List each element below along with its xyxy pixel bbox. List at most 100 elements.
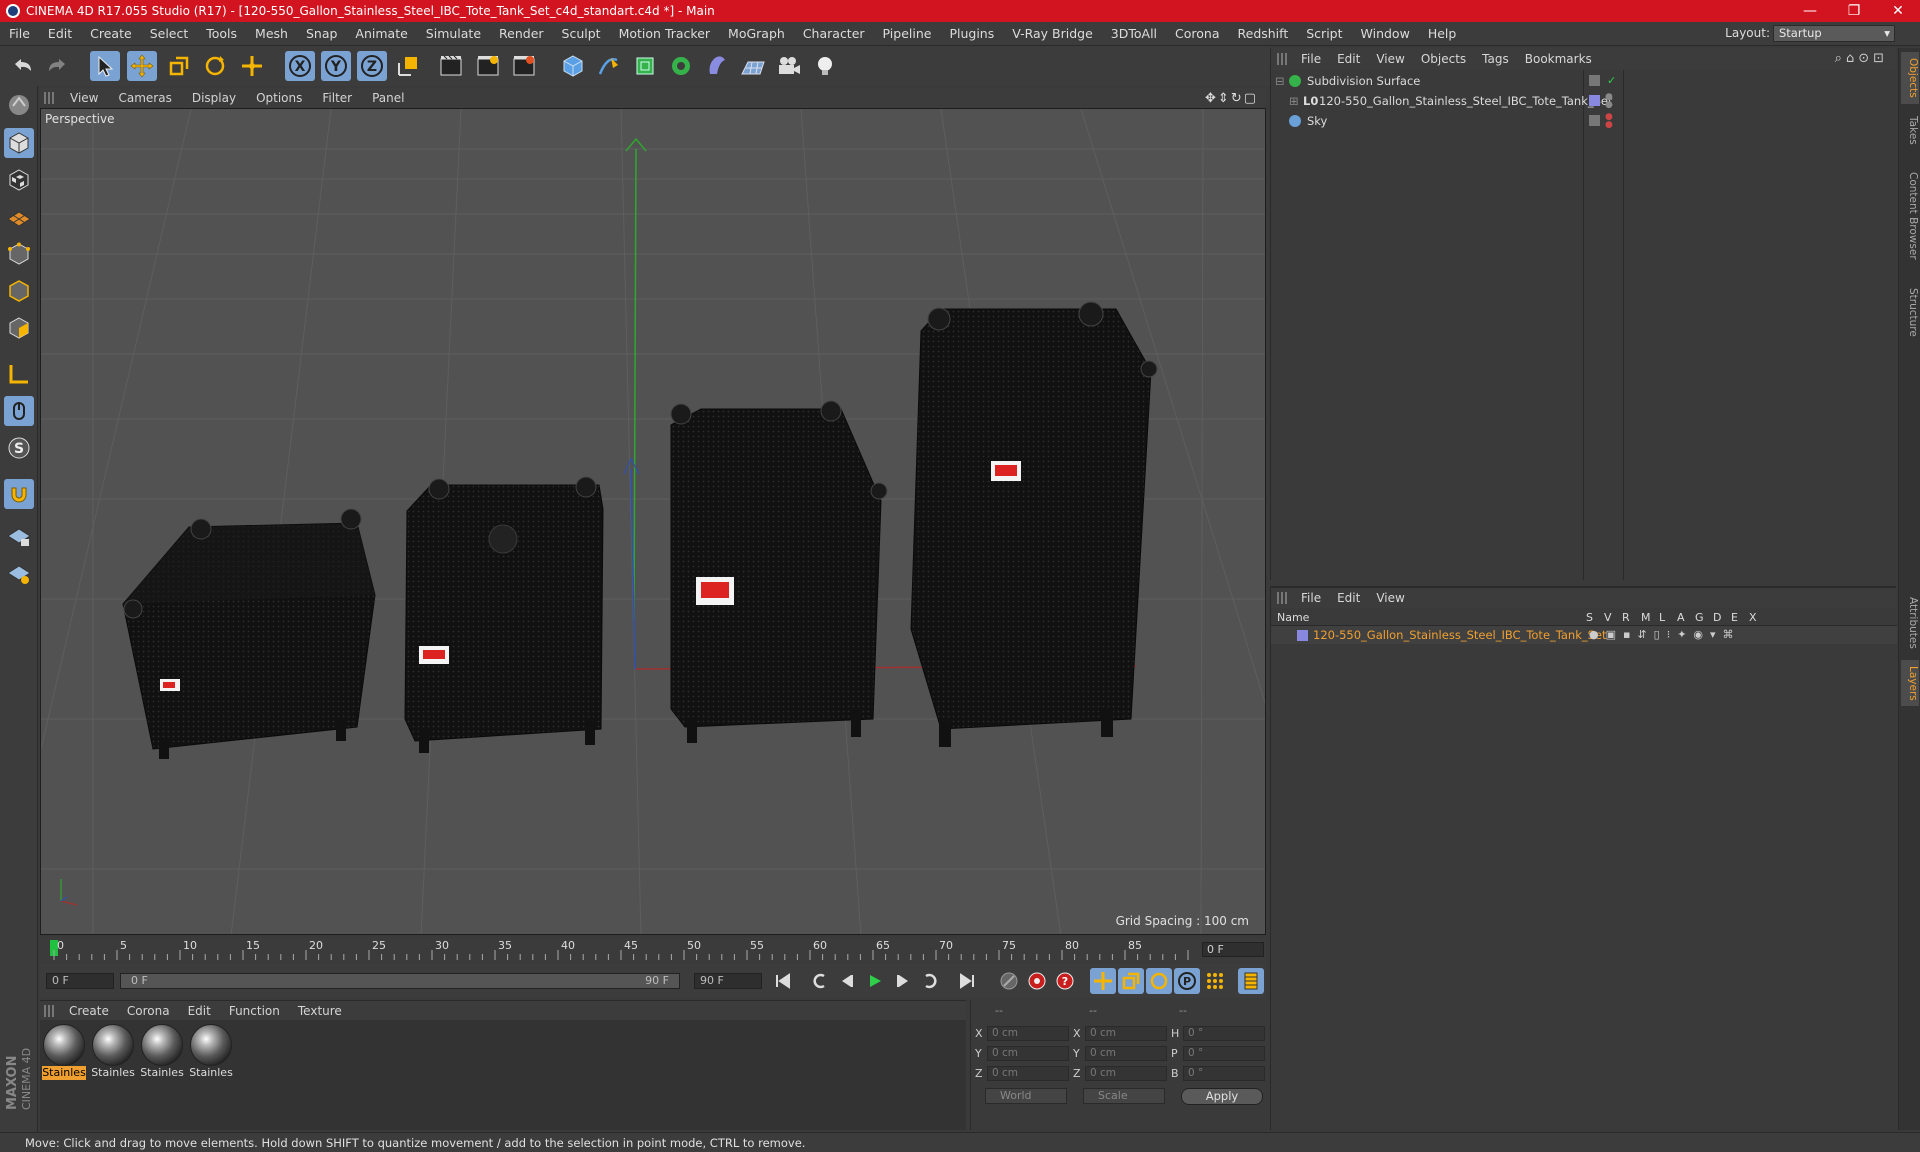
column-visible[interactable]: V (1604, 611, 1612, 624)
material-swatch[interactable]: Stainles (91, 1024, 135, 1082)
menu-vray-bridge[interactable]: V-Ray Bridge (1003, 26, 1102, 41)
menu-file[interactable]: File (0, 26, 39, 41)
rotation-b-field[interactable]: 0 ° (1183, 1066, 1265, 1081)
menu-window[interactable]: Window (1352, 26, 1419, 41)
tab-attributes[interactable]: Attributes (1901, 588, 1919, 658)
column-locked[interactable]: L (1659, 611, 1665, 624)
column-xref[interactable]: X (1749, 611, 1757, 624)
make-editable-icon[interactable] (4, 90, 34, 120)
position-z-field[interactable]: 0 cm (987, 1066, 1069, 1081)
select-arrow-icon[interactable] (90, 51, 120, 81)
end-frame-field[interactable]: 90 F (694, 973, 762, 989)
go-to-end-icon[interactable] (954, 968, 980, 994)
pen-spline-icon[interactable] (594, 51, 624, 81)
viewport-nav-icons[interactable]: ✥⇕↻▢ (1205, 91, 1258, 106)
tweak-mode-icon[interactable] (4, 396, 34, 426)
viewport-menu-panel[interactable]: Panel (362, 91, 414, 105)
objects-menu-bookmarks[interactable]: Bookmarks (1517, 52, 1600, 66)
material-swatch[interactable]: Stainles (189, 1024, 233, 1082)
layout-select[interactable]: Startup (1773, 25, 1895, 42)
menu-sculpt[interactable]: Sculpt (553, 26, 610, 41)
menu-create[interactable]: Create (81, 26, 141, 41)
key-position-icon[interactable] (1090, 968, 1116, 994)
keyframe-selection-icon[interactable]: ? (1052, 968, 1078, 994)
size-mode-dropdown[interactable]: Scale (1083, 1088, 1165, 1104)
material-menu-edit[interactable]: Edit (179, 1004, 220, 1018)
layers-menu-view[interactable]: View (1368, 591, 1412, 605)
timeline-window-icon[interactable] (1238, 968, 1264, 994)
objects-menu-file[interactable]: File (1293, 52, 1329, 66)
material-menu-texture[interactable]: Texture (289, 1004, 351, 1018)
points-mode-icon[interactable] (4, 239, 34, 269)
objects-menu-objects[interactable]: Objects (1413, 52, 1474, 66)
menu-select[interactable]: Select (141, 26, 198, 41)
menu-3dtoall[interactable]: 3DToAll (1102, 26, 1166, 41)
rotation-h-field[interactable]: 0 ° (1183, 1026, 1265, 1041)
camera-icon[interactable] (774, 51, 804, 81)
go-to-start-icon[interactable] (770, 968, 796, 994)
y-axis-lock-icon[interactable]: Y (321, 51, 351, 81)
menu-edit[interactable]: Edit (39, 26, 81, 41)
viewport-menu-view[interactable]: View (60, 91, 108, 105)
coordinate-system-icon[interactable] (393, 51, 423, 81)
x-axis-lock-icon[interactable]: X (285, 51, 315, 81)
material-menu-function[interactable]: Function (220, 1004, 289, 1018)
object-row[interactable]: Sky ● ● (1271, 112, 1897, 130)
render-settings-icon[interactable] (510, 51, 540, 81)
record-keys-icon[interactable] (996, 968, 1022, 994)
start-frame-field[interactable]: 0 F (46, 973, 114, 989)
layer-icon[interactable] (1589, 115, 1600, 126)
material-swatch[interactable]: Stainles (140, 1024, 184, 1082)
object-row[interactable]: ⊞ L0 120-550_Gallon_Stainless_Steel_IBC_… (1271, 92, 1897, 110)
tab-layers[interactable]: Layers (1901, 660, 1919, 706)
viewport-menu-filter[interactable]: Filter (312, 91, 362, 105)
cloner-icon[interactable] (666, 51, 696, 81)
menu-simulate[interactable]: Simulate (417, 26, 490, 41)
rotation-p-field[interactable]: 0 ° (1183, 1046, 1265, 1061)
objects-menu-view[interactable]: View (1368, 52, 1412, 66)
menu-plugins[interactable]: Plugins (940, 26, 1003, 41)
key-rotation-icon[interactable] (1146, 968, 1172, 994)
object-manager-search-icon[interactable]: ⌕⌂⊙⊡ (1835, 51, 1888, 66)
timeline-ruler[interactable]: 051015202530354045505560657075808590 0 F (40, 938, 1266, 962)
workplane-lock-icon[interactable] (4, 522, 34, 552)
menu-mesh[interactable]: Mesh (246, 26, 297, 41)
key-scale-icon[interactable] (1118, 968, 1144, 994)
material-swatch[interactable]: Stainles (42, 1024, 86, 1082)
menu-help[interactable]: Help (1419, 26, 1466, 41)
tab-content-browser[interactable]: Content Browser (1901, 156, 1919, 276)
viewport-menu-cameras[interactable]: Cameras (108, 91, 181, 105)
render-region-icon[interactable] (474, 51, 504, 81)
minimize-button[interactable]: — (1788, 0, 1832, 22)
redo-icon[interactable] (42, 51, 72, 81)
position-x-field[interactable]: 0 cm (987, 1026, 1069, 1041)
z-axis-lock-icon[interactable]: Z (357, 51, 387, 81)
viewport-menu-options[interactable]: Options (246, 91, 312, 105)
viewport-menu-display[interactable]: Display (182, 91, 246, 105)
coordinate-space-dropdown[interactable]: World (985, 1088, 1067, 1104)
next-frame-icon[interactable] (890, 968, 916, 994)
move-tool-icon[interactable] (127, 51, 157, 81)
tree-collapse-icon[interactable]: ⊟ (1275, 72, 1285, 90)
subdivision-surface-icon[interactable] (630, 51, 660, 81)
layer-row[interactable]: 120-550_Gallon_Stainless_Steel_IBC_Tote_… (1271, 626, 1897, 644)
live-selection-icon[interactable] (237, 51, 267, 81)
previous-key-icon[interactable] (806, 968, 832, 994)
autokey-icon[interactable] (1024, 968, 1050, 994)
column-manager[interactable]: M (1641, 611, 1651, 624)
light-icon[interactable] (810, 51, 840, 81)
size-y-field[interactable]: 0 cm (1085, 1046, 1167, 1061)
render-view-icon[interactable] (437, 51, 467, 81)
next-key-icon[interactable] (918, 968, 944, 994)
objects-menu-edit[interactable]: Edit (1329, 52, 1368, 66)
layer-toggle-icons[interactable]: ●▣▪⇵▯⁝✦◉▾⌘ (1589, 628, 1741, 641)
layer-icon[interactable] (1589, 75, 1600, 86)
workplane-snap-icon[interactable] (4, 559, 34, 589)
menu-tools[interactable]: Tools (197, 26, 246, 41)
tab-takes[interactable]: Takes (1901, 108, 1919, 152)
menu-render[interactable]: Render (490, 26, 553, 41)
preview-range-slider[interactable]: 0 F 90 F (120, 973, 680, 989)
menu-redshift[interactable]: Redshift (1229, 26, 1298, 41)
tab-structure[interactable]: Structure (1901, 280, 1919, 344)
material-menu-corona[interactable]: Corona (118, 1004, 179, 1018)
